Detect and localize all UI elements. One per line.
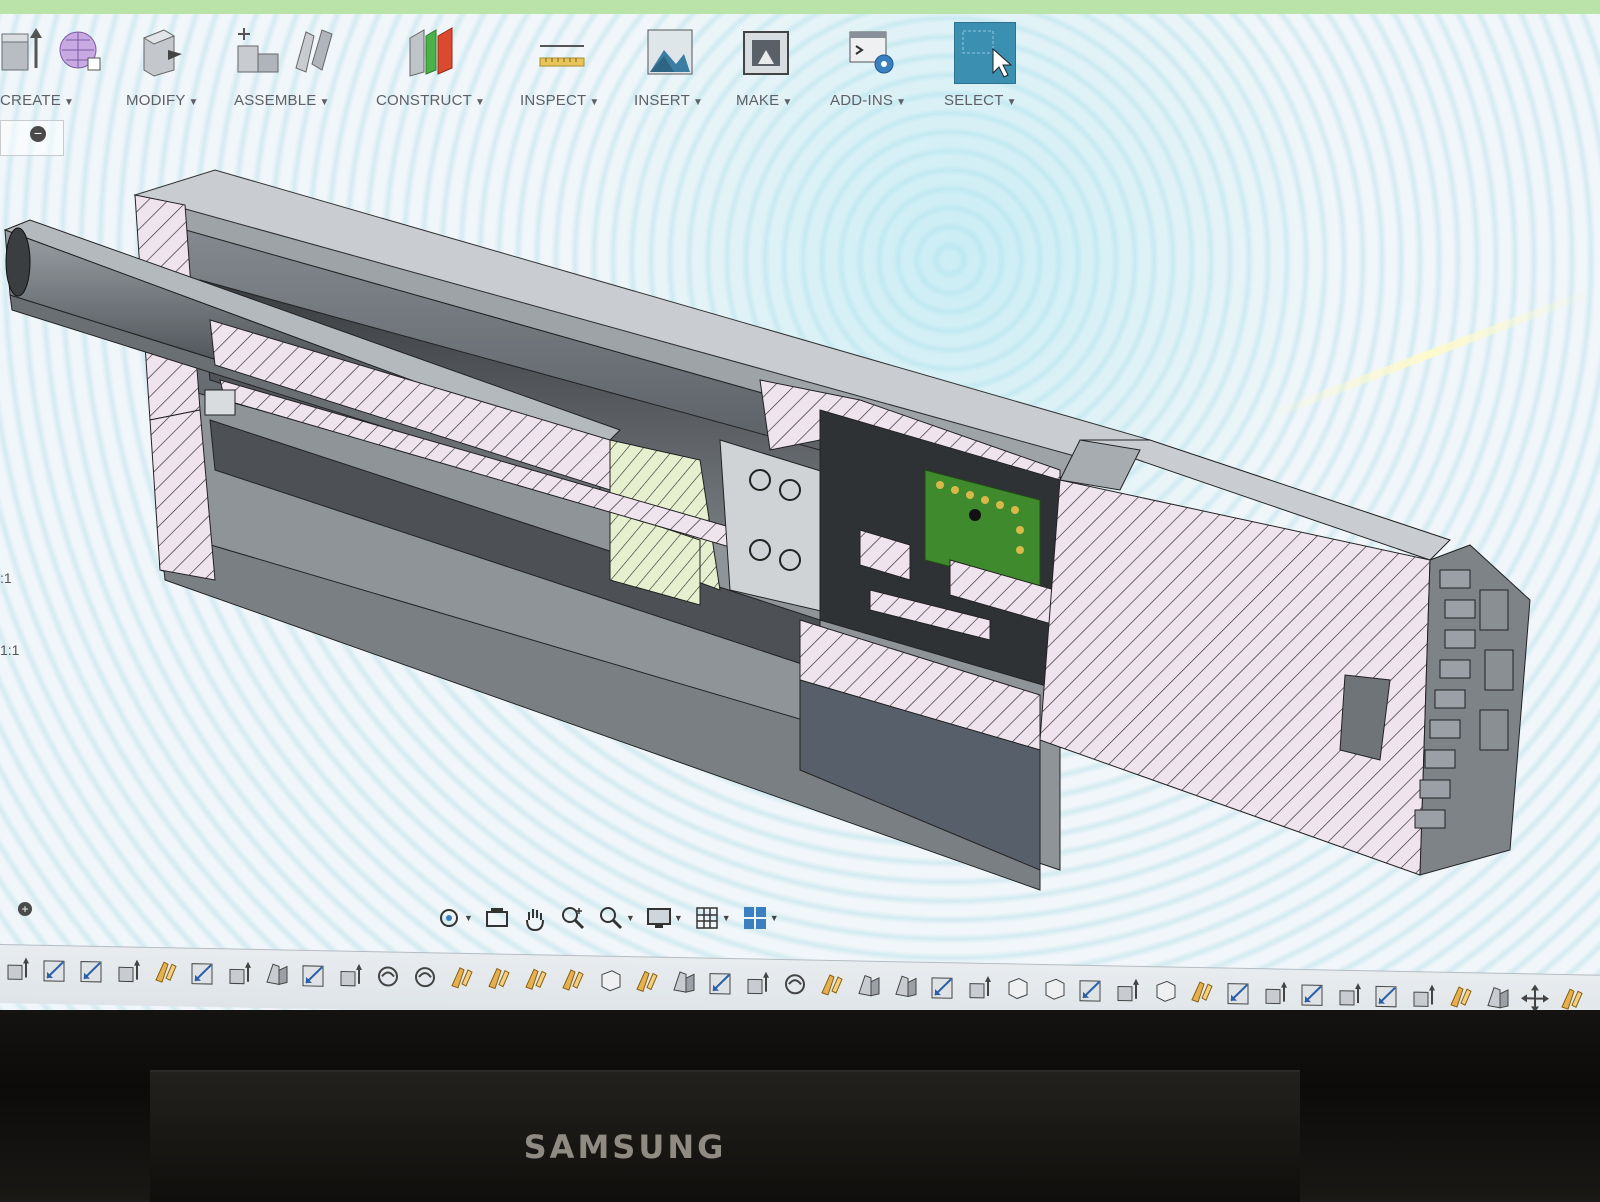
timeline-joint-icon[interactable] bbox=[1447, 983, 1475, 1012]
toolbar-label-create: CREATE ▼ bbox=[0, 92, 75, 109]
timeline-revolve-icon[interactable] bbox=[781, 970, 809, 999]
pan-button[interactable] bbox=[521, 903, 549, 933]
viewports-button[interactable]: ▼ bbox=[741, 903, 779, 933]
toolbar-group-insert[interactable]: INSERT ▼ bbox=[634, 18, 714, 118]
timeline-sketch-icon[interactable] bbox=[41, 956, 69, 985]
collapse-icon[interactable]: − bbox=[30, 126, 46, 142]
timeline-extrude-icon[interactable] bbox=[1114, 976, 1142, 1005]
extrude-icon[interactable] bbox=[0, 24, 48, 78]
grid-icon bbox=[696, 907, 718, 929]
timeline-joint-icon[interactable] bbox=[559, 966, 587, 995]
insert-image-icon[interactable] bbox=[646, 24, 694, 78]
toolbar-label-assemble: ASSEMBLE ▼ bbox=[234, 92, 330, 109]
display-settings-icon bbox=[646, 908, 671, 928]
timeline-revolve-icon[interactable] bbox=[374, 962, 402, 991]
timeline-joint-icon[interactable] bbox=[485, 964, 513, 993]
new-component-icon[interactable] bbox=[234, 24, 282, 78]
pan-icon bbox=[525, 909, 544, 932]
joint-icon[interactable] bbox=[290, 24, 338, 78]
toolbar-label-addins: ADD-INS ▼ bbox=[830, 92, 907, 109]
timeline-sketch-icon[interactable] bbox=[707, 969, 735, 998]
timeline-sketch-icon[interactable] bbox=[929, 973, 957, 1002]
timeline-sketch-icon[interactable] bbox=[1225, 979, 1253, 1008]
select-cursor-icon[interactable] bbox=[954, 22, 1016, 84]
timeline-extrude-icon[interactable] bbox=[226, 959, 254, 988]
small-part bbox=[204, 389, 236, 416]
timeline bbox=[0, 944, 1600, 1012]
toolbar-label-inspect: INSPECT ▼ bbox=[520, 92, 600, 109]
fit-button[interactable]: ▼ bbox=[597, 903, 635, 933]
timeline-joint-icon[interactable] bbox=[1558, 985, 1586, 1012]
toolbar-label-insert: INSERT ▼ bbox=[634, 92, 704, 109]
timeline-extrude-icon[interactable] bbox=[966, 974, 994, 1003]
toolbar-group-construct[interactable]: CONSTRUCT ▼ bbox=[376, 18, 496, 118]
press-pull-icon[interactable] bbox=[138, 24, 186, 78]
toolbar-group-inspect[interactable]: INSPECT ▼ bbox=[520, 18, 610, 118]
timeline-sketch-icon[interactable] bbox=[300, 961, 328, 990]
timeline-extrude-icon[interactable] bbox=[744, 969, 772, 998]
toolbar-label-construct: CONSTRUCT ▼ bbox=[376, 92, 486, 109]
toolbar-group-select[interactable]: SELECT ▼ bbox=[944, 18, 1036, 118]
timeline-joint-icon[interactable] bbox=[633, 967, 661, 996]
timeline-fillet-icon[interactable] bbox=[1484, 983, 1512, 1012]
timeline-extrude-icon[interactable] bbox=[115, 957, 143, 986]
timeline-sketch-icon[interactable] bbox=[189, 959, 217, 988]
screen: CREATE ▼ MODIFY ▼ ASSEMBLE ▼ CONSTRUCT ▼… bbox=[0, 0, 1600, 1012]
orbit-icon bbox=[440, 909, 458, 927]
grid-button[interactable]: ▼ bbox=[693, 903, 731, 933]
toolbar-label-select: SELECT ▼ bbox=[944, 92, 1017, 109]
timeline-move-icon[interactable] bbox=[1521, 984, 1549, 1012]
3d-print-icon[interactable] bbox=[742, 24, 790, 78]
timeline-joint-icon[interactable] bbox=[448, 964, 476, 993]
timeline-joint-icon[interactable] bbox=[522, 965, 550, 994]
navigation-bar: ▼ ▼ ▼ ▼ ▼ bbox=[435, 900, 815, 936]
scripts-icon[interactable] bbox=[848, 24, 896, 78]
display-settings-button[interactable]: ▼ bbox=[645, 903, 683, 933]
viewports-icon bbox=[743, 907, 766, 929]
timeline-joint-icon[interactable] bbox=[1188, 978, 1216, 1007]
toolbar-group-make[interactable]: MAKE ▼ bbox=[736, 18, 816, 118]
timeline-joint-icon[interactable] bbox=[818, 971, 846, 1000]
toolbar-label-modify: MODIFY ▼ bbox=[126, 92, 199, 109]
timeline-revolve-icon[interactable] bbox=[411, 963, 439, 992]
timeline-box-icon[interactable] bbox=[1151, 977, 1179, 1006]
timeline-items bbox=[4, 955, 1586, 1012]
zoom-button[interactable] bbox=[559, 903, 587, 933]
toolbar-group-modify[interactable]: MODIFY ▼ bbox=[126, 18, 216, 118]
look-at-button[interactable] bbox=[483, 903, 511, 933]
toolbar-group-create[interactable]: CREATE ▼ bbox=[0, 18, 110, 118]
timeline-sketch-icon[interactable] bbox=[78, 956, 106, 985]
timeline-extrude-icon[interactable] bbox=[1262, 979, 1290, 1008]
timeline-fillet-icon[interactable] bbox=[892, 972, 920, 1001]
toolbar-group-addins[interactable]: ADD-INS ▼ bbox=[830, 18, 930, 118]
timeline-extrude-icon[interactable] bbox=[1336, 981, 1364, 1010]
timeline-box-icon[interactable] bbox=[596, 966, 624, 995]
timeline-sketch-icon[interactable] bbox=[1077, 976, 1105, 1005]
timeline-fillet-icon[interactable] bbox=[670, 968, 698, 997]
timeline-fillet-icon[interactable] bbox=[855, 971, 883, 1000]
timeline-box-icon[interactable] bbox=[1003, 974, 1031, 1003]
timeline-extrude-icon[interactable] bbox=[4, 955, 32, 984]
timeline-sketch-icon[interactable] bbox=[1373, 981, 1401, 1010]
toolbar-group-assemble[interactable]: ASSEMBLE ▼ bbox=[234, 18, 344, 118]
offset-plane-icon[interactable] bbox=[406, 24, 454, 78]
timeline-joint-icon[interactable] bbox=[152, 958, 180, 987]
toolbar: CREATE ▼ MODIFY ▼ ASSEMBLE ▼ CONSTRUCT ▼… bbox=[0, 18, 1600, 118]
look-at-icon bbox=[485, 908, 508, 927]
measure-icon[interactable] bbox=[538, 24, 586, 78]
timeline-extrude-icon[interactable] bbox=[337, 961, 365, 990]
toolbar-label-make: MAKE ▼ bbox=[736, 92, 793, 109]
timeline-sketch-icon[interactable] bbox=[1299, 980, 1327, 1009]
timeline-box-icon[interactable] bbox=[1040, 975, 1068, 1004]
end-housing bbox=[1039, 439, 1531, 876]
timeline-extrude-icon[interactable] bbox=[1410, 982, 1438, 1011]
timeline-fillet-icon[interactable] bbox=[263, 960, 291, 989]
zoom-icon bbox=[561, 907, 584, 930]
monitor-brand-logo: SAMSUNG bbox=[523, 1128, 727, 1166]
fit-icon bbox=[599, 907, 622, 930]
orbit-button[interactable]: ▼ bbox=[435, 903, 473, 933]
model-canvas[interactable] bbox=[0, 150, 1600, 910]
form-icon[interactable] bbox=[56, 24, 104, 78]
